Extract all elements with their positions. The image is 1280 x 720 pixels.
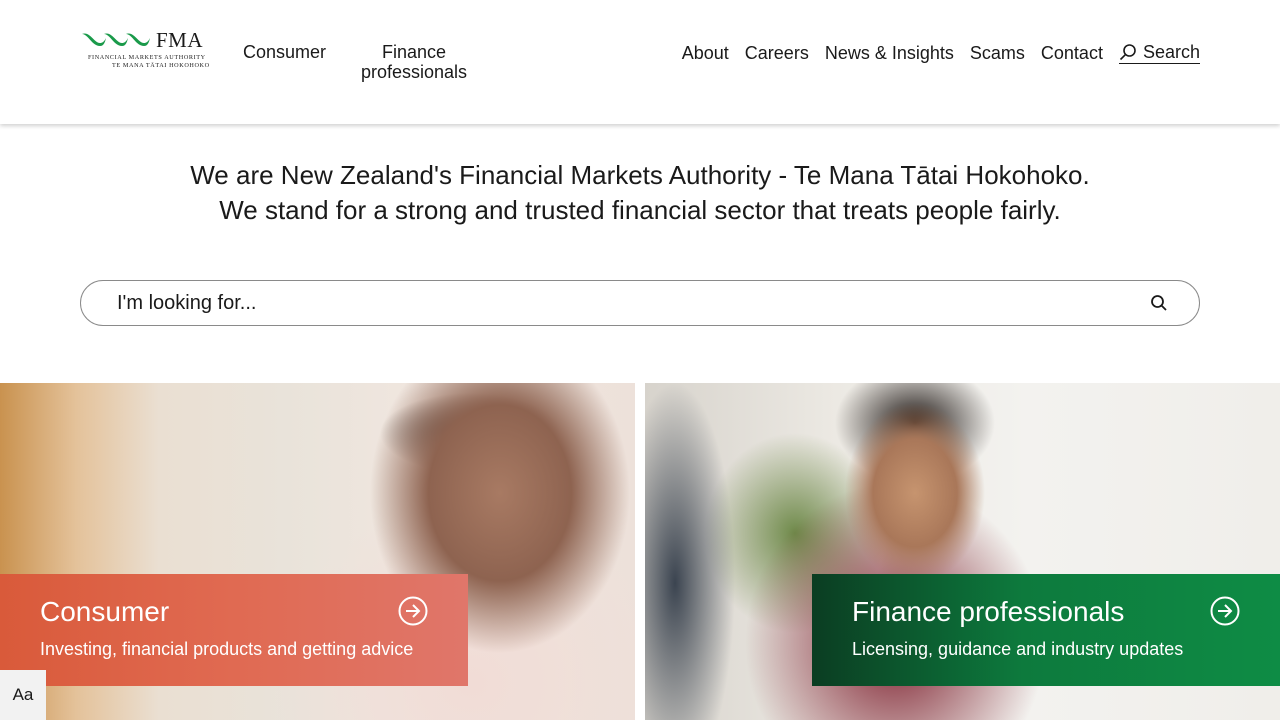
consumer-card[interactable]: Consumer Investing, financial products a… <box>0 383 635 720</box>
nav-about-link[interactable]: About <box>682 43 729 63</box>
consumer-card-panel: Consumer Investing, financial products a… <box>0 574 468 686</box>
secondary-nav: About Careers News & Insights Scams Cont… <box>682 42 1200 64</box>
finance-card-title: Finance professionals <box>852 596 1125 627</box>
site-search-bar <box>80 280 1200 326</box>
nav-careers-link[interactable]: Careers <box>745 43 809 63</box>
finance-professionals-card[interactable]: Finance professionals Licensing, guidanc… <box>645 383 1280 720</box>
logo-wordmark: FMA <box>156 28 204 52</box>
logo-subtitle-maori: TE MANA TĀTAI HOKOHOKO <box>112 62 210 69</box>
logo-subtitle-english: FINANCIAL MARKETS AUTHORITY <box>88 54 206 61</box>
nav-finance-professionals-link[interactable]: Finance professionals <box>360 42 468 82</box>
consumer-card-subtitle: Investing, financial products and gettin… <box>40 639 414 659</box>
intro-statement: We are New Zealand's Financial Markets A… <box>0 158 1280 228</box>
nav-search-label: Search <box>1142 42 1200 62</box>
consumer-card-title: Consumer <box>40 596 170 627</box>
search-icon <box>1119 44 1136 61</box>
site-header: FMA FINANCIAL MARKETS AUTHORITY TE MANA … <box>0 0 1280 124</box>
search-icon <box>1151 295 1167 311</box>
nav-news-insights-link[interactable]: News & Insights <box>825 43 954 63</box>
text-size-button[interactable]: Aa <box>0 670 46 720</box>
arrow-circle-right-icon <box>1210 596 1240 626</box>
intro-line-1: We are New Zealand's Financial Markets A… <box>190 160 1090 190</box>
finance-card-subtitle: Licensing, guidance and industry updates <box>852 639 1184 659</box>
nav-contact-link[interactable]: Contact <box>1041 43 1103 63</box>
fma-waves-icon <box>82 33 150 46</box>
search-input[interactable] <box>117 281 1117 325</box>
nav-scams-link[interactable]: Scams <box>970 43 1025 63</box>
fma-logo[interactable]: FMA FINANCIAL MARKETS AUTHORITY TE MANA … <box>80 28 210 70</box>
nav-consumer-link[interactable]: Consumer <box>243 42 326 62</box>
search-submit-button[interactable] <box>1149 293 1171 315</box>
intro-line-2: We stand for a strong and trusted financ… <box>219 195 1061 225</box>
arrow-circle-right-icon <box>398 596 428 626</box>
nav-search-link[interactable]: Search <box>1118 42 1200 64</box>
finance-card-panel: Finance professionals Licensing, guidanc… <box>812 574 1280 686</box>
